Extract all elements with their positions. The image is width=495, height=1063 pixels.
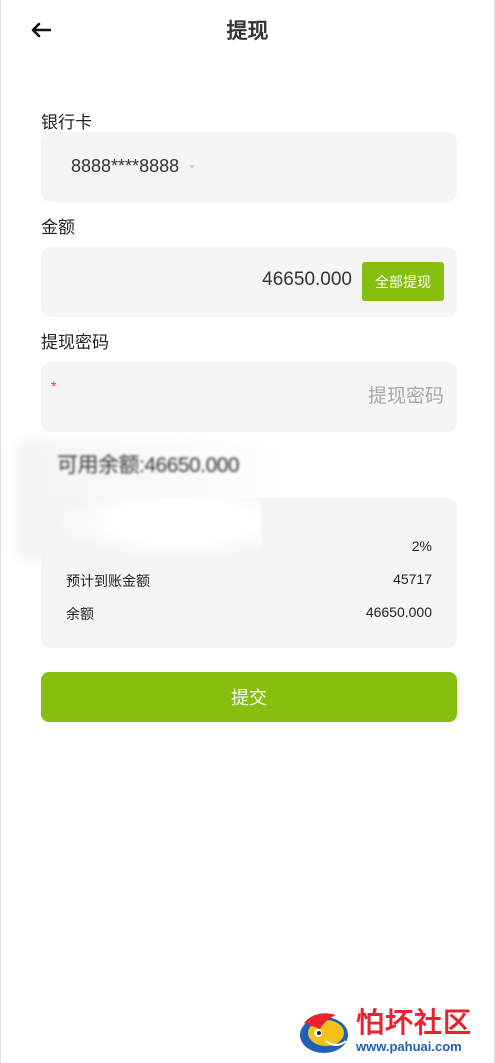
amount-value: 46650.000 [262, 269, 352, 290]
summary-row: 预计到账金额 45717 [66, 571, 432, 591]
summary-box: 2% 预计到账金额 45717 余额 46650.000 [41, 498, 457, 648]
required-mark: * [51, 378, 57, 394]
chevron-down-icon [189, 165, 195, 169]
bank-card-label: 银行卡 [41, 113, 92, 132]
withdraw-all-button[interactable]: 全部提现 [362, 262, 444, 301]
page-title: 提现 [226, 20, 269, 43]
watermark-logo-icon [296, 1005, 352, 1057]
summary-row-value: 46650.000 [365, 604, 432, 620]
password-input[interactable] [71, 362, 444, 432]
watermark-text: 怕坏社区 www.pahuai.com [356, 1006, 473, 1054]
summary-row-value: 45717 [393, 571, 432, 587]
available-balance: 可用余额:46650.000 [57, 454, 240, 477]
watermark: 怕坏社区 www.pahuai.com [296, 1005, 486, 1057]
fee-rate-value: 2% [411, 538, 432, 554]
header: 提现 [1, 0, 494, 60]
withdraw-page: 提现 银行卡 8888****8888 金额 46650.000 全部提现 提现… [0, 0, 495, 1063]
bank-card-value: 8888****8888 [71, 156, 180, 176]
watermark-main-text: 怕坏社区 [356, 1006, 473, 1039]
summary-row: 余额 46650.000 [66, 604, 432, 624]
password-field: * [41, 362, 457, 432]
summary-row-label: 预计到账金额 [66, 573, 150, 589]
watermark-url: www.pahuai.com [356, 1039, 462, 1054]
amount-field[interactable]: 46650.000 全部提现 [41, 247, 457, 317]
back-button[interactable] [27, 16, 55, 44]
amount-label: 金额 [41, 218, 75, 237]
fee-rate-row: 2% [66, 538, 432, 554]
password-label: 提现密码 [41, 333, 109, 352]
summary-row-label: 余额 [66, 606, 94, 622]
arrow-left-icon [31, 22, 51, 38]
bank-card-select[interactable]: 8888****8888 [41, 132, 457, 202]
submit-button[interactable]: 提交 [41, 672, 457, 722]
